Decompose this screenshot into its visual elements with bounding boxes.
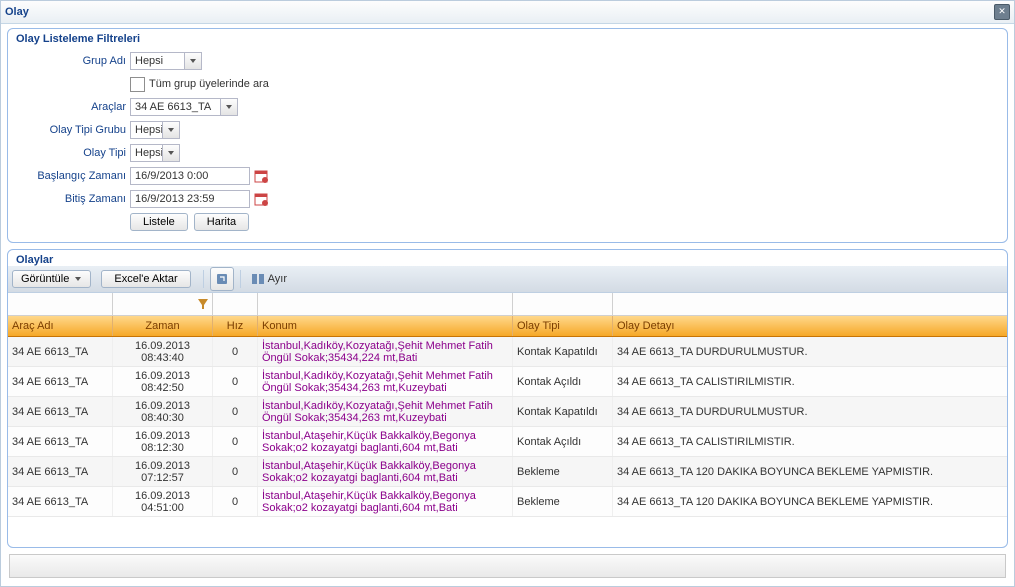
- calendar-icon[interactable]: [254, 192, 268, 206]
- listele-button[interactable]: Listele: [130, 213, 188, 231]
- label-tip: Olay Tipi: [16, 147, 130, 159]
- cell-tip: Kontak Açıldı: [513, 427, 613, 456]
- cell-hiz: 0: [213, 337, 258, 366]
- cell-konum[interactable]: İstanbul,Ataşehir,Küçük Bakkalköy,Begony…: [258, 457, 513, 486]
- chevron-down-icon[interactable]: [162, 145, 179, 161]
- input-bitis[interactable]: 16/9/2013 23:59: [130, 190, 250, 208]
- cell-tip: Kontak Kapatıldı: [513, 397, 613, 426]
- filter-cell-arac[interactable]: [8, 293, 113, 315]
- cell-konum[interactable]: İstanbul,Kadıköy,Kozyatağı,Şehit Mehmet …: [258, 337, 513, 366]
- cell-arac: 34 AE 6613_TA: [8, 397, 113, 426]
- cell-tip: Bekleme: [513, 457, 613, 486]
- events-title: Olaylar: [8, 250, 1007, 266]
- table-row[interactable]: 34 AE 6613_TA16.09.201308:40:300İstanbul…: [8, 397, 1007, 427]
- panel-filters: Olay Listeleme Filtreleri Grup Adı Hepsi…: [7, 28, 1008, 243]
- label-grup: Grup Adı: [16, 55, 130, 67]
- chevron-down-icon: [74, 276, 82, 282]
- window-title: Olay: [5, 6, 29, 18]
- cell-zaman: 16.09.201308:40:30: [113, 397, 213, 426]
- cell-detay: 34 AE 6613_TA DURDURULMUSTUR.: [613, 337, 996, 366]
- combo-araclar[interactable]: 34 AE 6613_TA: [130, 98, 238, 116]
- combo-tip[interactable]: Hepsi: [130, 144, 180, 162]
- col-header-arac[interactable]: Araç Adı: [8, 316, 113, 336]
- window-olay: Olay ✕ Olay Listeleme Filtreleri Grup Ad…: [0, 0, 1015, 587]
- events-toolbar: Görüntüle Excel'e Aktar Ayır: [8, 266, 1007, 293]
- col-header-detay[interactable]: Olay Detayı: [613, 316, 996, 336]
- input-baslangic[interactable]: 16/9/2013 0:00: [130, 167, 250, 185]
- cell-hiz: 0: [213, 397, 258, 426]
- close-icon[interactable]: ✕: [994, 4, 1010, 20]
- label-baslangic: Başlangıç Zamanı: [16, 170, 130, 182]
- chevron-down-icon[interactable]: [162, 122, 179, 138]
- cell-detay: 34 AE 6613_TA 120 DAKIKA BOYUNCA BEKLEME…: [613, 457, 996, 486]
- cell-hiz: 0: [213, 487, 258, 516]
- refresh-icon[interactable]: [210, 267, 234, 291]
- grid-body: 34 AE 6613_TA16.09.201308:43:400İstanbul…: [8, 337, 1007, 517]
- col-header-zaman[interactable]: Zaman: [113, 316, 213, 336]
- filter-cell-konum[interactable]: [258, 293, 513, 315]
- col-header-konum[interactable]: Konum: [258, 316, 513, 336]
- grid-header: Araç Adı Zaman Hız Konum Olay Tipi Olay …: [8, 316, 1007, 337]
- filter-cell-detay[interactable]: [613, 293, 996, 315]
- table-row[interactable]: 34 AE 6613_TA16.09.201308:42:500İstanbul…: [8, 367, 1007, 397]
- cell-detay: 34 AE 6613_TA 120 DAKIKA BOYUNCA BEKLEME…: [613, 487, 996, 516]
- cell-konum[interactable]: İstanbul,Ataşehir,Küçük Bakkalköy,Begony…: [258, 427, 513, 456]
- calendar-icon[interactable]: [254, 169, 268, 183]
- col-header-tip[interactable]: Olay Tipi: [513, 316, 613, 336]
- cell-konum[interactable]: İstanbul,Kadıköy,Kozyatağı,Şehit Mehmet …: [258, 397, 513, 426]
- excel-export-button[interactable]: Excel'e Aktar: [101, 270, 190, 288]
- goruntule-button[interactable]: Görüntüle: [12, 270, 91, 288]
- grid-filter-row: [8, 293, 1007, 316]
- cell-zaman: 16.09.201308:42:50: [113, 367, 213, 396]
- cell-detay: 34 AE 6613_TA CALISTIRILMISTIR.: [613, 367, 996, 396]
- table-row[interactable]: 34 AE 6613_TA16.09.201307:12:570İstanbul…: [8, 457, 1007, 487]
- cell-arac: 34 AE 6613_TA: [8, 457, 113, 486]
- cell-detay: 34 AE 6613_TA CALISTIRILMISTIR.: [613, 427, 996, 456]
- cell-zaman: 16.09.201308:12:30: [113, 427, 213, 456]
- cell-arac: 34 AE 6613_TA: [8, 337, 113, 366]
- label-tip-grubu: Olay Tipi Grubu: [16, 124, 130, 136]
- status-bar: [9, 554, 1006, 578]
- label-tum-grup: Tüm grup üyelerinde ara: [149, 78, 269, 90]
- combo-grup[interactable]: Hepsi: [130, 52, 202, 70]
- table-row[interactable]: 34 AE 6613_TA16.09.201304:51:000İstanbul…: [8, 487, 1007, 517]
- cell-arac: 34 AE 6613_TA: [8, 367, 113, 396]
- cell-tip: Kontak Kapatıldı: [513, 337, 613, 366]
- cell-zaman: 16.09.201308:43:40: [113, 337, 213, 366]
- cell-detay: 34 AE 6613_TA DURDURULMUSTUR.: [613, 397, 996, 426]
- cell-tip: Kontak Açıldı: [513, 367, 613, 396]
- cell-hiz: 0: [213, 367, 258, 396]
- label-araclar: Araçlar: [16, 101, 130, 113]
- cell-konum[interactable]: İstanbul,Ataşehir,Küçük Bakkalköy,Begony…: [258, 487, 513, 516]
- table-row[interactable]: 34 AE 6613_TA16.09.201308:43:400İstanbul…: [8, 337, 1007, 367]
- cell-tip: Bekleme: [513, 487, 613, 516]
- filter-icon[interactable]: [196, 297, 210, 311]
- combo-tip-grubu[interactable]: Hepsi: [130, 121, 180, 139]
- chevron-down-icon[interactable]: [184, 53, 201, 69]
- titlebar: Olay ✕: [1, 1, 1014, 24]
- cell-zaman: 16.09.201307:12:57: [113, 457, 213, 486]
- col-header-hiz[interactable]: Hız: [213, 316, 258, 336]
- filter-cell-zaman[interactable]: [113, 293, 213, 315]
- cell-arac: 34 AE 6613_TA: [8, 487, 113, 516]
- panel-events: Olaylar Görüntüle Excel'e Aktar Ayır: [7, 249, 1008, 548]
- label-bitis: Bitiş Zamanı: [16, 193, 130, 205]
- harita-button[interactable]: Harita: [194, 213, 249, 231]
- filters-legend: Olay Listeleme Filtreleri: [8, 29, 1007, 45]
- checkbox-tum-grup[interactable]: [130, 77, 145, 92]
- cell-konum[interactable]: İstanbul,Kadıköy,Kozyatağı,Şehit Mehmet …: [258, 367, 513, 396]
- cell-arac: 34 AE 6613_TA: [8, 427, 113, 456]
- chevron-down-icon[interactable]: [220, 99, 237, 115]
- table-row[interactable]: 34 AE 6613_TA16.09.201308:12:300İstanbul…: [8, 427, 1007, 457]
- ayir-button[interactable]: Ayır: [247, 268, 291, 290]
- filter-cell-hiz[interactable]: [213, 293, 258, 315]
- filter-cell-tip[interactable]: [513, 293, 613, 315]
- cell-zaman: 16.09.201304:51:00: [113, 487, 213, 516]
- cell-hiz: 0: [213, 457, 258, 486]
- cell-hiz: 0: [213, 427, 258, 456]
